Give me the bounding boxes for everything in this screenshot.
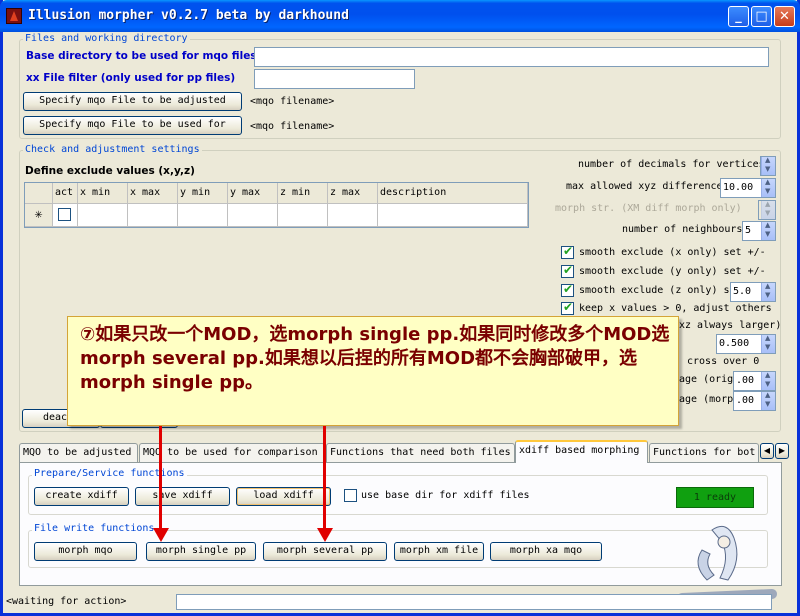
- decimals-spinner[interactable]: [760, 156, 776, 176]
- grid-cell[interactable]: [328, 204, 378, 227]
- age-orig-value: .00: [736, 375, 755, 386]
- age-orig-spinner[interactable]: .00: [733, 371, 776, 391]
- smooth-z-value: 5.0: [733, 286, 752, 297]
- tab-functions-bot[interactable]: Functions for bot: [649, 443, 759, 462]
- define-exclude-label: Define exclude values (x,y,z): [25, 165, 195, 177]
- base-dir-input[interactable]: [254, 47, 769, 67]
- arrow-to-single-pp: [159, 426, 162, 534]
- value-0500-spinner[interactable]: 0.500: [716, 334, 776, 354]
- write-group-legend: File write functions: [32, 523, 157, 534]
- specify-adjusted-button[interactable]: Specify mqo File to be adjusted: [23, 92, 242, 111]
- create-xdiff-button[interactable]: create xdiff: [34, 487, 129, 506]
- grid-cell[interactable]: [78, 204, 128, 227]
- age-morph-spinner[interactable]: .00: [733, 391, 776, 411]
- grid-header[interactable]: z min: [278, 183, 328, 204]
- minimize-button[interactable]: _: [728, 6, 749, 27]
- smooth-y-checkbox[interactable]: [561, 263, 574, 278]
- max-xyz-label: max allowed xyz difference: [566, 181, 723, 192]
- grid-header[interactable]: y max: [228, 183, 278, 204]
- decimals-label: number of decimals for vertices: [578, 159, 765, 170]
- tab-xdiff-morphing[interactable]: xdiff based morphing: [515, 440, 648, 463]
- grid-header[interactable]: description: [378, 183, 528, 204]
- tab-scroll-right-icon[interactable]: ▶: [775, 443, 789, 459]
- maximize-icon: □: [755, 9, 768, 24]
- smooth-y-label: smooth exclude (y only) set +/-: [579, 266, 766, 277]
- age-orig-label: age (orig): [679, 374, 740, 385]
- window-title: Illusion morpher v0.2.7 beta by darkhoun…: [28, 8, 349, 23]
- new-row-marker: ✳: [25, 204, 53, 227]
- save-xdiff-button[interactable]: save xdiff: [135, 487, 230, 506]
- max-xyz-value: 10.00: [723, 182, 754, 193]
- smooth-x-label: smooth exclude (x only) set +/-: [579, 247, 766, 258]
- morph-several-pp-button[interactable]: morph several pp: [263, 542, 387, 561]
- grid-cell[interactable]: [278, 204, 328, 227]
- value-0500: 0.500: [719, 338, 750, 349]
- smooth-z-checkbox[interactable]: [561, 282, 574, 297]
- arrow-head-icon: [317, 528, 333, 542]
- annotation-note-text: ⑦如果只改一个MOD，选morph single pp.如果同时修改多个MOD选…: [80, 324, 670, 393]
- used-for-filename: <mqo filename>: [250, 121, 335, 132]
- smooth-x-checkbox[interactable]: [561, 244, 574, 259]
- exclude-grid[interactable]: act x min x max y min y max z min z max …: [24, 182, 529, 228]
- neighbours-spinner[interactable]: 5: [742, 221, 776, 241]
- tab-mqo-comparison[interactable]: MQO to be used for comparison: [139, 443, 325, 462]
- maximize-button[interactable]: □: [751, 6, 772, 27]
- age-morph-value: .00: [736, 395, 755, 406]
- xx-filter-input[interactable]: [254, 69, 415, 89]
- neighbours-value: 5: [745, 225, 752, 236]
- tab-mqo-adjusted[interactable]: MQO to be adjusted: [19, 443, 138, 462]
- grid-header[interactable]: act: [53, 183, 78, 204]
- grid-header[interactable]: z max: [328, 183, 378, 204]
- minimize-icon: _: [735, 9, 742, 24]
- smooth-z-spinner[interactable]: 5.0: [730, 282, 776, 302]
- xz-larger-label: xz always larger): [679, 320, 782, 331]
- morph-xa-mqo-button[interactable]: morph xa mqo: [490, 542, 602, 561]
- morph-str-spinner: [758, 200, 776, 220]
- use-base-dir-checkbox[interactable]: [344, 489, 357, 502]
- neighbours-label: number of neighbours: [622, 224, 743, 235]
- morph-xm-file-button[interactable]: morph xm file: [394, 542, 484, 561]
- use-base-dir-label: use base dir for xdiff files: [361, 490, 530, 501]
- grid-corner: [25, 183, 53, 204]
- grid-cell[interactable]: [178, 204, 228, 227]
- app-icon: [6, 8, 22, 24]
- age-morph-label: age (morph: [679, 394, 740, 405]
- check-group-legend: Check and adjustment settings: [23, 144, 202, 155]
- act-checkbox[interactable]: [58, 208, 71, 221]
- grid-cell-act[interactable]: [53, 204, 78, 227]
- grid-header[interactable]: x min: [78, 183, 128, 204]
- morph-mqo-button[interactable]: morph mqo: [34, 542, 137, 561]
- close-button[interactable]: ✕: [774, 6, 795, 27]
- smooth-z-label: smooth exclude (z only) se: [579, 285, 736, 296]
- grid-cell[interactable]: [128, 204, 178, 227]
- specify-used-for-button[interactable]: Specify mqo File to be used for: [23, 116, 242, 135]
- files-group-legend: Files and working directory: [23, 33, 190, 44]
- status-text: <waiting for action>: [6, 596, 127, 607]
- load-xdiff-button[interactable]: load xdiff: [236, 487, 331, 506]
- annotation-note: ⑦如果只改一个MOD，选morph single pp.如果同时修改多个MOD选…: [67, 316, 679, 426]
- morph-str-label: morph str. (XM diff morph only): [555, 203, 742, 214]
- base-dir-label: Base directory to be used for mqo files: [26, 50, 257, 62]
- tab-functions-both[interactable]: Functions that need both files: [326, 443, 515, 462]
- morph-single-pp-button[interactable]: morph single pp: [146, 542, 256, 561]
- status-panel: [176, 594, 772, 610]
- keep-x-label: keep x values > 0, adjust others: [579, 303, 772, 314]
- tab-scroll-left-icon[interactable]: ◀: [760, 443, 774, 459]
- arrow-head-icon: [153, 528, 169, 542]
- max-xyz-spinner[interactable]: 10.00: [720, 178, 776, 198]
- cross-over-label: cross over 0: [687, 356, 760, 367]
- grid-cell[interactable]: [378, 204, 528, 227]
- grid-header[interactable]: y min: [178, 183, 228, 204]
- close-icon: ✕: [779, 9, 790, 24]
- xx-filter-label: xx File filter (only used for pp files): [26, 72, 236, 84]
- arrow-to-several-pp: [323, 426, 326, 534]
- prepare-group-legend: Prepare/Service functions: [32, 468, 187, 479]
- title-bar[interactable]: Illusion morpher v0.2.7 beta by darkhoun…: [0, 0, 800, 32]
- keep-x-checkbox[interactable]: [561, 300, 574, 315]
- ready-indicator: 1 ready: [676, 487, 754, 508]
- grid-cell[interactable]: [228, 204, 278, 227]
- adjusted-filename: <mqo filename>: [250, 96, 335, 107]
- grid-header[interactable]: x max: [128, 183, 178, 204]
